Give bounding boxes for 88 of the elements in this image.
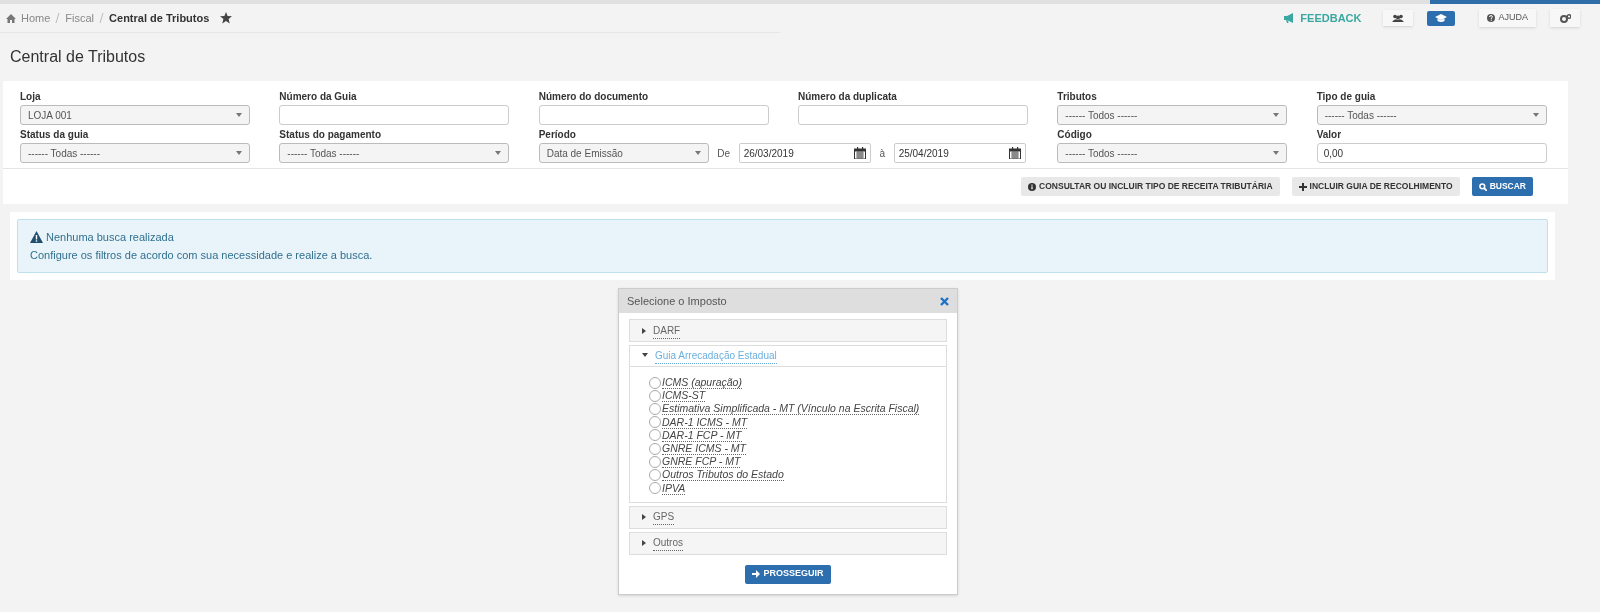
caret-right-icon[interactable]	[642, 514, 646, 521]
users-icon	[1392, 14, 1405, 22]
caret-right-icon[interactable]	[642, 540, 646, 547]
option-label[interactable]: ICMS-ST	[662, 389, 706, 403]
radio-button[interactable]	[649, 402, 661, 415]
field-label: Status do pagamento	[279, 128, 382, 142]
field-label: Loja	[20, 90, 42, 104]
option-label[interactable]: Estimativa Simplificada - MT (Vínculo na Escrita Fiscal)	[662, 402, 920, 416]
input-field[interactable]	[279, 105, 510, 125]
star-icon[interactable]	[220, 12, 233, 24]
home-icon[interactable]	[6, 13, 16, 23]
proceed-button[interactable]: PROSSEGUIR	[745, 564, 831, 584]
search-icon	[1478, 182, 1487, 191]
caret-icon	[236, 113, 242, 117]
radio-button[interactable]	[649, 389, 661, 402]
separator-icon	[55, 13, 61, 23]
caret-icon	[236, 151, 242, 155]
field-label: Número do documento	[538, 90, 650, 104]
select-field[interactable]: LOJA 001	[20, 105, 250, 125]
field-label: Valor	[1316, 128, 1343, 142]
radio-button[interactable]	[649, 468, 661, 481]
breadcrumb-item: Central de Tributos	[109, 10, 210, 26]
dialog-title: Selecione o Imposto	[627, 293, 727, 309]
field-label: Número da duplicata	[798, 90, 898, 104]
option-label[interactable]: DAR-1 FCP - MT	[662, 428, 742, 442]
option-label[interactable]: GNRE FCP - MT	[662, 455, 741, 469]
users-button[interactable]	[1383, 10, 1414, 26]
select-field[interactable]: ------ Todos ------	[1057, 105, 1288, 125]
caret-icon	[495, 151, 502, 155]
accordion-header[interactable]: Outros	[653, 535, 683, 552]
range-label: à	[878, 146, 886, 161]
option-label[interactable]: DAR-1 ICMS - MT	[662, 415, 748, 429]
close-icon[interactable]	[940, 296, 949, 306]
select-field[interactable]: ------ Todas ------	[20, 143, 250, 163]
help-icon	[1487, 14, 1496, 22]
option-label[interactable]: IPVA	[662, 481, 686, 495]
select-field[interactable]: ------ Todas ------	[1316, 105, 1547, 125]
radio-button[interactable]	[649, 455, 661, 468]
calendar-icon[interactable]	[1008, 147, 1021, 159]
megaphone-icon	[1284, 13, 1295, 23]
select-field[interactable]: ------ Todas ------	[279, 143, 510, 163]
plus-icon	[1298, 182, 1307, 191]
input-field[interactable]: 0,00	[1316, 143, 1547, 163]
accordion-header[interactable]: GPS	[653, 509, 675, 526]
page-title: Central de Tributos	[9, 47, 147, 67]
field-label: Tributos	[1057, 90, 1098, 104]
caret-right-icon[interactable]	[642, 327, 646, 334]
calendar-icon[interactable]	[853, 147, 866, 159]
option-label[interactable]: ICMS (apuração)	[662, 376, 742, 390]
graduation-cap-button[interactable]	[1427, 10, 1456, 26]
range-label: De	[716, 146, 732, 161]
info-icon	[1028, 182, 1037, 191]
alert-message: Configure os filtros de acordo com sua necessidade e realize a busca.	[30, 247, 374, 263]
input-field[interactable]	[798, 105, 1028, 125]
accordion-header[interactable]: DARF	[653, 322, 681, 339]
warning-icon	[30, 231, 43, 244]
help-button[interactable]: AJUDA	[1479, 9, 1536, 27]
radio-button[interactable]	[649, 416, 661, 429]
caret-icon	[1273, 113, 1280, 117]
caret-down-icon[interactable]	[642, 353, 648, 359]
input-field[interactable]	[538, 105, 769, 125]
field-label: Código	[1057, 128, 1093, 142]
radio-button[interactable]	[649, 442, 661, 455]
field-label: Período	[538, 128, 577, 142]
action-button[interactable]: INCLUIR GUIA DE RECOLHIMENTO	[1291, 177, 1460, 196]
radio-button[interactable]	[649, 376, 661, 389]
radio-button[interactable]	[649, 429, 661, 442]
option-label[interactable]: GNRE ICMS - MT	[662, 442, 746, 456]
arrow-right-icon	[752, 570, 761, 579]
action-button[interactable]: BUSCAR	[1471, 177, 1533, 196]
field-label: Status da guia	[20, 128, 90, 142]
settings-icon	[1559, 13, 1571, 23]
date-field[interactable]: 26/03/2019	[738, 143, 871, 163]
option-label[interactable]: Outros Tributos do Estado	[662, 468, 784, 482]
alert-title: Nenhuma busca realizada	[46, 230, 174, 245]
radio-button[interactable]	[649, 482, 661, 495]
caret-icon	[1532, 113, 1539, 117]
separator-icon	[99, 13, 105, 23]
action-button[interactable]: CONSULTAR OU INCLUIR TIPO DE RECEITA TRIBUTÁRIA	[1021, 177, 1280, 196]
field-label: Tipo de guia	[1316, 90, 1377, 104]
settings-button[interactable]	[1550, 9, 1580, 27]
graduation-cap-icon	[1435, 13, 1448, 23]
field-label: Número da Guia	[279, 90, 358, 104]
select-field[interactable]: ------ Todos ------	[1057, 143, 1288, 163]
select-field[interactable]: Data de Emissão	[538, 143, 709, 163]
date-field[interactable]: 25/04/2019	[893, 143, 1026, 163]
caret-icon	[694, 151, 701, 155]
caret-icon	[1273, 151, 1280, 155]
